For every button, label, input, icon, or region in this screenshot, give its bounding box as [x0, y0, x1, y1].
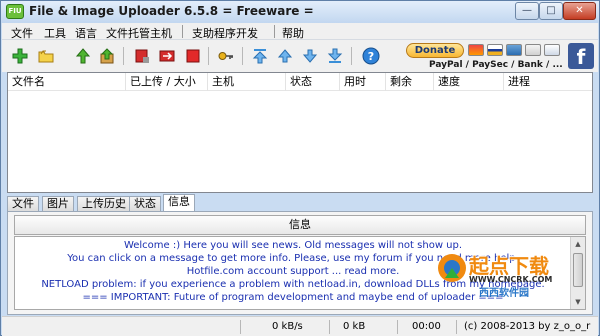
bank-icon — [544, 44, 560, 56]
watermark-url: WWW.CNCRK.COM — [469, 275, 553, 284]
column-header-progress[interactable]: 进程 — [504, 73, 592, 91]
menu-help[interactable]: 帮助 — [282, 25, 304, 41]
upload-list[interactable]: 文件名 已上传 / 大小 主机 状态 用时 剩余 速度 进程 — [7, 72, 593, 193]
watermark-logo-icon — [438, 254, 466, 282]
upload-list-header: 文件名 已上传 / 大小 主机 状态 用时 剩余 速度 进程 — [8, 73, 592, 91]
menu-language[interactable]: 语言 — [75, 25, 97, 41]
status-bar: 0 kB/s 0 kB 00:00 (c) 2008-2013 by z_o_o… — [2, 316, 598, 336]
menu-separator — [274, 25, 275, 38]
menu-separator — [182, 25, 183, 38]
maximize-button[interactable]: □ — [539, 2, 563, 20]
move-bottom-icon[interactable] — [327, 48, 343, 64]
window-title: File & Image Uploader 6.5.8 = Freeware = — [29, 4, 314, 18]
column-header-status[interactable]: 状态 — [286, 73, 340, 91]
status-speed: 0 kB/s — [272, 321, 303, 332]
amex-icon — [506, 44, 522, 56]
close-button[interactable]: ✕ — [563, 2, 596, 20]
title-bar[interactable]: FIU File & Image Uploader 6.5.8 = Freewa… — [1, 1, 599, 23]
tab-files[interactable]: 文件 — [7, 196, 39, 211]
status-size: 0 kB — [343, 321, 366, 332]
tab-status[interactable]: 状态 — [129, 196, 161, 211]
toolbar-separator — [208, 47, 209, 65]
facebook-icon[interactable]: f — [568, 43, 594, 69]
column-header-filename[interactable]: 文件名 — [8, 73, 126, 91]
move-top-icon[interactable] — [252, 48, 268, 64]
help-icon[interactable]: ? — [362, 47, 380, 65]
column-header-elapsed[interactable]: 用时 — [340, 73, 386, 91]
tab-images[interactable]: 图片 — [42, 196, 74, 211]
main-window: FIU File & Image Uploader 6.5.8 = Freewa… — [0, 0, 600, 336]
watermark-subtitle: 西西软件园 — [479, 288, 529, 299]
status-separator — [397, 320, 398, 334]
column-header-speed[interactable]: 速度 — [434, 73, 504, 91]
discover-icon — [525, 44, 541, 56]
move-down-icon[interactable] — [302, 48, 318, 64]
app-icon: FIU — [6, 4, 24, 19]
toolbar-separator — [242, 47, 243, 65]
info-panel-title: 信息 — [14, 215, 586, 235]
upload-all-icon[interactable] — [99, 48, 115, 64]
svg-text:?: ? — [368, 50, 374, 63]
status-separator — [456, 320, 457, 334]
add-files-icon[interactable] — [12, 48, 28, 64]
tab-strip: 文件 图片 上传历史 状态 信息 — [7, 194, 593, 211]
minimize-button[interactable]: — — [515, 2, 539, 20]
menu-support-development[interactable]: 支助程序开发 — [192, 25, 258, 41]
key-icon[interactable] — [218, 48, 234, 64]
visa-icon — [487, 44, 503, 56]
column-header-host[interactable]: 主机 — [208, 73, 286, 91]
payment-caption: PayPal / PaySec / Bank / ... — [429, 60, 563, 70]
donate-button[interactable]: Donate — [406, 43, 464, 58]
column-header-remaining[interactable]: 剩余 — [386, 73, 434, 91]
tab-info[interactable]: 信息 — [163, 194, 195, 211]
open-folder-icon[interactable] — [38, 48, 54, 64]
status-separator — [329, 320, 330, 334]
status-time: 00:00 — [412, 321, 441, 332]
mastercard-icon — [468, 44, 484, 56]
toolbar: ? Donate PayPal / PaySec / Bank / ... f — [2, 40, 598, 72]
menu-hosts[interactable]: 文件托管主机 — [106, 25, 172, 41]
status-copyright: (c) 2008-2013 by z_o_o_r — [464, 321, 591, 332]
status-separator — [240, 320, 241, 334]
menu-bar: 文件 工具 语言 文件托管主机 支助程序开发 帮助 — [2, 23, 598, 40]
column-header-uploaded-size[interactable]: 已上传 / 大小 — [126, 73, 208, 91]
watermark: 起点下载 WWW.CNCRK.COM 西西软件园 — [435, 248, 585, 304]
toolbar-separator — [123, 47, 124, 65]
menu-tools[interactable]: 工具 — [44, 25, 66, 41]
upload-icon[interactable] — [75, 48, 91, 64]
stop-all-icon[interactable] — [185, 48, 201, 64]
forward-icon[interactable] — [159, 48, 175, 64]
toolbar-separator — [351, 47, 352, 65]
menu-file[interactable]: 文件 — [11, 25, 33, 41]
move-up-icon[interactable] — [277, 48, 293, 64]
tab-upload-history[interactable]: 上传历史 — [77, 196, 131, 211]
stop-icon[interactable] — [134, 48, 150, 64]
